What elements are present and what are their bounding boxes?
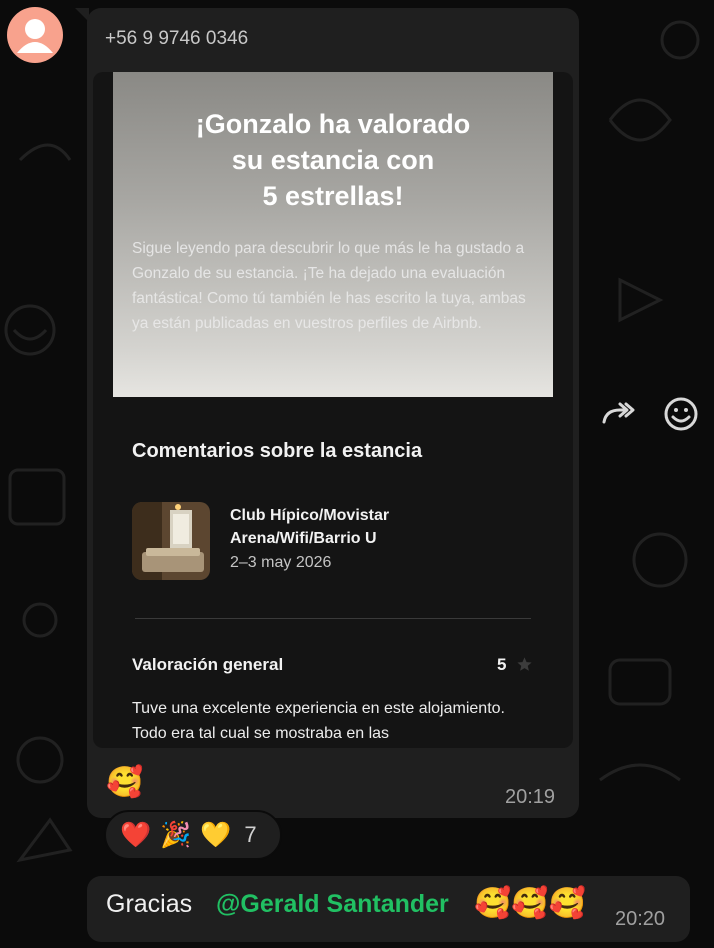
sender-phone[interactable]: +56 9 9746 0346: [105, 28, 248, 50]
reaction-heart: ❤️: [120, 820, 152, 849]
rating-value: 5: [497, 655, 507, 674]
section-title: Comentarios sobre la estancia: [132, 440, 423, 462]
outgoing-time: 20:20: [615, 908, 666, 930]
mention-link[interactable]: @Gerald Santander: [216, 890, 449, 919]
reactions-pill[interactable]: ❤️ 🎉 💛 7: [104, 810, 282, 860]
outgoing-text: Gracias: [106, 890, 193, 918]
reaction-party: 🎉: [160, 820, 192, 849]
listing-name: Club Hípico/Movistar Arena/Wifi/Barrio U: [230, 507, 390, 547]
listing-photo: [132, 502, 210, 580]
star-icon: [517, 657, 532, 671]
rating-label: Valoración general: [132, 655, 284, 674]
emoji-smiley-icon[interactable]: [661, 394, 701, 434]
divider: [135, 618, 531, 619]
reaction-count: 7: [244, 822, 257, 847]
forward-icon[interactable]: [596, 394, 636, 434]
outgoing-emojis: 🥰🥰🥰: [474, 886, 587, 921]
hero-title: ¡Gonzalo ha valorado su estancia con 5 e…: [195, 109, 471, 211]
incoming-time: 20:19: [505, 786, 556, 808]
hero-body: Sigue leyendo para descubrir lo que más …: [132, 240, 526, 332]
listing-dates: 2–3 may 2026: [230, 554, 332, 571]
shared-email-preview[interactable]: ¡Gonzalo ha valorado su estancia con 5 e…: [93, 72, 573, 748]
contact-avatar[interactable]: [7, 7, 63, 63]
incoming-emoji: 🥰: [106, 765, 144, 800]
reaction-yellow-heart: 💛: [200, 820, 232, 849]
person-icon: [17, 19, 53, 53]
hero-banner: ¡Gonzalo ha valorado su estancia con 5 e…: [113, 72, 553, 397]
review-text: Tuve una excelente experiencia en este a…: [132, 700, 505, 742]
